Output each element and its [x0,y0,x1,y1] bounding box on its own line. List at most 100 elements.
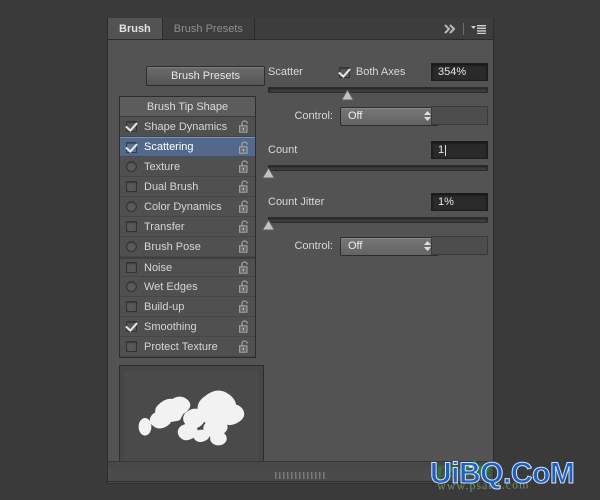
unlocked-padlock-icon[interactable] [239,140,250,154]
unlocked-padlock-icon[interactable] [239,300,250,313]
scatter-slider-thumb[interactable] [340,88,355,101]
scatter-slider-track[interactable] [268,87,488,93]
list-item[interactable]: Wet Edges [120,277,255,297]
panel-menu-icon[interactable] [471,24,486,34]
count-jitter-extra-field [431,236,488,255]
unlocked-padlock-icon[interactable] [239,340,250,353]
list-item-label: Dual Brush [144,180,199,193]
brush-presets-button[interactable]: Brush Presets [146,66,265,86]
collapse-double-chevron-icon[interactable] [444,23,457,34]
unlocked-padlock-icon[interactable] [239,220,250,233]
option-checkbox[interactable] [126,301,137,312]
tab-brush[interactable]: Brush [108,18,163,39]
option-checkbox[interactable] [126,141,137,153]
list-item-label: Noise [144,261,173,274]
list-item[interactable]: Build-up [120,297,255,317]
count-label: Count [268,144,298,156]
count-jitter-label: Count Jitter [268,196,325,208]
count-jitter-slider[interactable] [261,214,488,231]
list-item-label: Color Dynamics [144,200,222,213]
option-checkbox[interactable] [126,341,137,352]
scatter-control-jitter-field [431,106,488,125]
scatter-label: Scatter [268,66,303,78]
scatter-header: Scatter Both Axes 354% [268,62,488,82]
brush-stroke-artwork [138,390,245,446]
scatter-value-field[interactable]: 354% [431,63,488,81]
brush-tip-shape-item[interactable]: Brush Tip Shape [120,97,255,117]
option-checkbox[interactable] [126,262,137,273]
unlocked-padlock-icon[interactable] [239,180,250,193]
list-item-label: Smoothing [144,320,197,333]
both-axes-toggle[interactable]: Both Axes [338,66,405,78]
brush-presets-button-label: Brush Presets [170,70,241,82]
scatter-slider[interactable] [268,84,488,101]
unlocked-padlock-icon[interactable] [239,160,250,173]
list-item[interactable]: Color Dynamics [120,197,255,217]
tab-brush-label: Brush [119,22,151,35]
screenshot-root: Brush Brush Presets Brush Presets Brush … [0,0,600,500]
count-slider[interactable] [261,162,488,179]
scatter-control-label: Control: [294,110,333,122]
panel-divider [463,22,465,35]
both-axes-checkbox[interactable] [338,66,350,78]
brush-tip-shape-label: Brush Tip Shape [146,100,229,113]
list-item-label: Protect Texture [144,340,218,353]
option-checkbox[interactable] [126,161,137,172]
option-checkbox[interactable] [126,201,137,212]
scatter-control-select[interactable]: Off [340,106,439,126]
brush-panel: Brush Brush Presets Brush Presets Brush … [107,18,494,484]
option-checkbox[interactable] [126,241,137,252]
list-item[interactable]: Transfer [120,217,255,237]
list-item-label: Texture [144,160,181,173]
count-jitter-slider-thumb[interactable] [261,218,276,231]
panel-tab-bar: Brush Brush Presets [108,18,493,40]
option-checkbox[interactable] [126,281,137,292]
unlocked-padlock-icon[interactable] [239,261,250,274]
count-value-field[interactable]: 1 [431,141,488,159]
option-checkbox[interactable] [126,181,137,192]
tab-bar-filler [254,18,444,39]
count-jitter-control-value: Off [348,240,363,252]
list-item[interactable]: Noise [120,257,255,277]
list-item[interactable]: Texture [120,157,255,177]
brush-preview-panel [119,365,264,461]
option-checkbox[interactable] [126,221,137,232]
unlocked-padlock-icon[interactable] [239,200,250,213]
list-item[interactable]: Brush Pose [120,237,255,257]
option-checkbox[interactable] [126,121,137,132]
unlocked-padlock-icon[interactable] [239,280,250,293]
count-jitter-control-row: Control: Off [268,236,488,256]
brush-options-list: Brush Tip Shape Shape Dynamics Scattering… [119,96,256,358]
list-item-label: Brush Pose [144,240,201,253]
list-item[interactable]: Smoothing [120,317,255,337]
option-checkbox[interactable] [126,321,137,332]
scatter-control-row: Control: Off [268,106,488,126]
unlocked-padlock-icon[interactable] [239,320,250,333]
resize-grip-icon[interactable] [274,471,327,479]
count-jitter-control-label: Control: [294,240,333,252]
list-item[interactable]: Dual Brush [120,177,255,197]
watermark-blue: UiBQ.CoM [429,457,575,491]
list-item[interactable]: Scattering [120,137,255,157]
tab-brush-presets-label: Brush Presets [173,22,243,35]
count-jitter-control-select[interactable]: Off [340,236,439,256]
count-slider-track[interactable] [268,165,488,171]
list-item[interactable]: Shape Dynamics [120,117,255,137]
brush-stroke-preview [124,370,259,461]
list-item-label: Shape Dynamics [144,120,228,133]
count-jitter-header: Count Jitter 1% [268,192,488,212]
tab-brush-presets[interactable]: Brush Presets [162,18,255,39]
unlocked-padlock-icon[interactable] [239,120,250,133]
unlocked-padlock-icon[interactable] [239,240,250,253]
list-item[interactable]: Protect Texture [120,337,255,357]
tab-bar-tools [444,18,493,39]
count-block: Count 1 [261,140,488,179]
panel-body: Brush Presets Brush Tip Shape Shape Dyna… [108,40,493,461]
list-item-label: Transfer [144,220,185,233]
count-jitter-slider-track[interactable] [268,217,488,223]
count-header: Count 1 [268,140,488,160]
list-item-label: Scattering [144,141,194,153]
count-slider-thumb[interactable] [261,166,276,179]
count-jitter-value-field[interactable]: 1% [431,193,488,211]
scatter-block: Scatter Both Axes 354% Control: Off [268,62,488,126]
